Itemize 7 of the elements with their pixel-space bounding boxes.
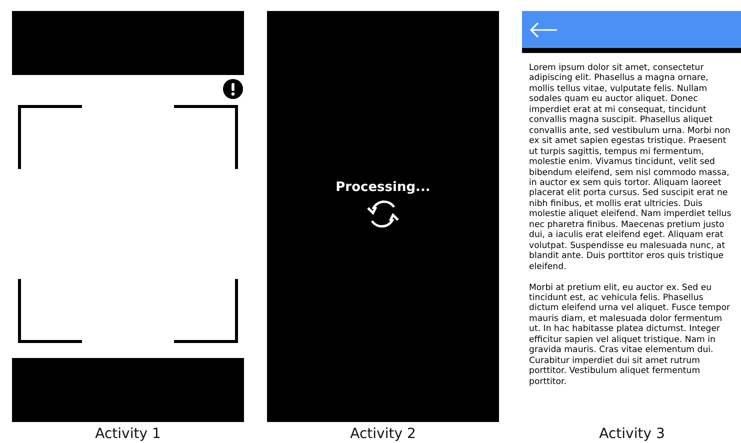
activity-caption: Activity 2 bbox=[350, 426, 416, 442]
paragraph: Lorem ipsum dolor sit amet, consectetur adipiscing elit. Phasellus a magna ornare, mollis tellus vitae, vulputate felis. Nullam sodales quam eu auctor aliquet. Donec imperdiet erat at mi consequat, tincidunt convallis magna suscipit. Phasellus aliquet convallis ante, sed vestibulum urna. Morbi non ex sit amet sapien egestas tristique. Praesent ut turpis sagittis, tempus mi fermentum, molestie enim. Vivamus tincidunt, velit sed bibendum eleifend, sem nisl commodo massa, in auctor ex sem quis tortor. Aliquam laoreet placerat elit porta cursus. Sed suscipit erat ne nibh finibus, et mollis erat ultricies. Duis molestie aliquet eleifend. Nam imperdiet tellus nec pharetra finibus. Maecenas pretium justo dui, a iaculis erat eleifend eget. Aliquam erat volutpat. Suspendisse eu malesuada nunc, at blandit ante. Duis porttitor eros quis tristique eleifend. bbox=[529, 63, 732, 272]
status-text: Processing... bbox=[336, 180, 430, 195]
back-arrow-icon[interactable] bbox=[530, 22, 558, 38]
paragraph: Morbi at pretium elit, eu auctor ex. Sed eu tincidunt est, ac vehicula felis. Phasellus dictum eleifend urna vel aliquet. Fusce tempor mauris diam, et malesuada dolor fermentum ut. In hac habitasse platea dictumst. Integer efficitur sapien vel aliquet tristique. Nam in gravida mauris. Cras vitae elementum dui. Curabitur imperdiet dui sit amet rutrum porttitor. Vestibulum aliquet fermentum porttitor. bbox=[529, 282, 732, 388]
activity-caption: Activity 1 bbox=[95, 426, 161, 442]
activity-caption: Activity 3 bbox=[599, 426, 665, 442]
